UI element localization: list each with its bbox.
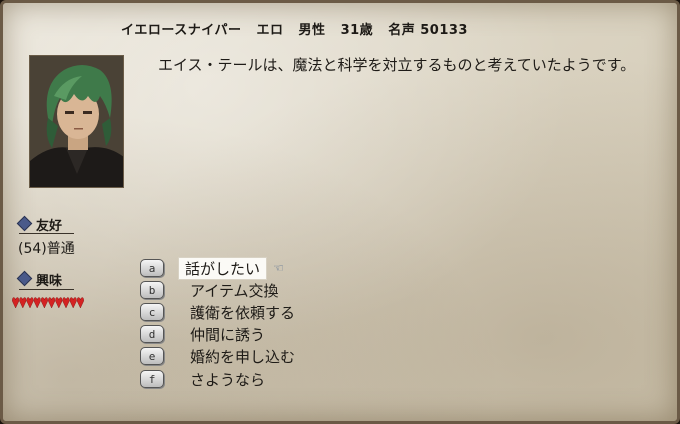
choice-label: 話がしたい — [178, 256, 268, 280]
heart-icon — [76, 297, 84, 309]
choice-label: さようなら — [190, 370, 266, 389]
character-portrait — [29, 55, 124, 188]
heart-icon — [55, 297, 63, 309]
character-name: エロ — [256, 23, 284, 38]
choice-label: 護衛を依頼する — [190, 303, 296, 322]
character-fame: 名声 50133 — [388, 23, 468, 38]
character-age: 31歳 — [340, 23, 374, 38]
pointing-hand-icon: ☜ — [273, 261, 284, 275]
interest-hearts — [12, 297, 84, 309]
choice-label: 婚約を申し込む — [190, 347, 296, 366]
character-gender: 男性 — [298, 23, 326, 38]
choice-label: 仲間に誘う — [190, 325, 266, 344]
choice-request-escort[interactable]: c 護衛を依頼する — [140, 302, 299, 322]
friendship-label: 友好 — [16, 215, 62, 234]
choice-item-trade[interactable]: b アイテム交換 — [140, 280, 283, 300]
choice-goodbye[interactable]: f さようなら — [140, 369, 269, 389]
key-f-icon: f — [140, 370, 164, 388]
key-d-icon: d — [140, 325, 164, 343]
heart-icon — [33, 297, 41, 309]
choice-invite-party[interactable]: d 仲間に誘う — [140, 324, 269, 344]
friendship-value: (54)普通 — [18, 241, 75, 257]
character-job: イエロースナイパー — [121, 23, 242, 38]
heart-icon — [62, 297, 70, 309]
heart-icon — [12, 297, 20, 309]
character-header: イエロースナイパー エロ 男性 31歳 名声 50133 — [121, 19, 478, 38]
key-a-icon: a — [140, 259, 164, 277]
key-e-icon: e — [140, 347, 164, 365]
key-c-icon: c — [140, 303, 164, 321]
divider — [19, 233, 74, 234]
heart-icon — [26, 297, 34, 309]
heart-icon — [40, 297, 48, 309]
dialog-text: エイス・テールは、魔法と科学を対立するものと考えていたようです。 — [158, 56, 636, 74]
heart-icon — [19, 297, 27, 309]
npc-dialog-window: イエロースナイパー エロ 男性 31歳 名声 50133 エイス・テールは、魔法… — [0, 0, 680, 424]
choice-label: アイテム交換 — [190, 281, 279, 300]
choice-propose[interactable]: e 婚約を申し込む — [140, 346, 299, 366]
heart-icon — [48, 297, 56, 309]
heart-icon — [69, 297, 77, 309]
key-b-icon: b — [140, 281, 164, 299]
diamond-icon — [16, 270, 33, 287]
diamond-icon — [16, 215, 33, 232]
choice-talk[interactable]: a 話がしたい ☜ — [140, 256, 284, 280]
divider — [19, 289, 74, 290]
interest-label: 興味 — [16, 270, 62, 289]
